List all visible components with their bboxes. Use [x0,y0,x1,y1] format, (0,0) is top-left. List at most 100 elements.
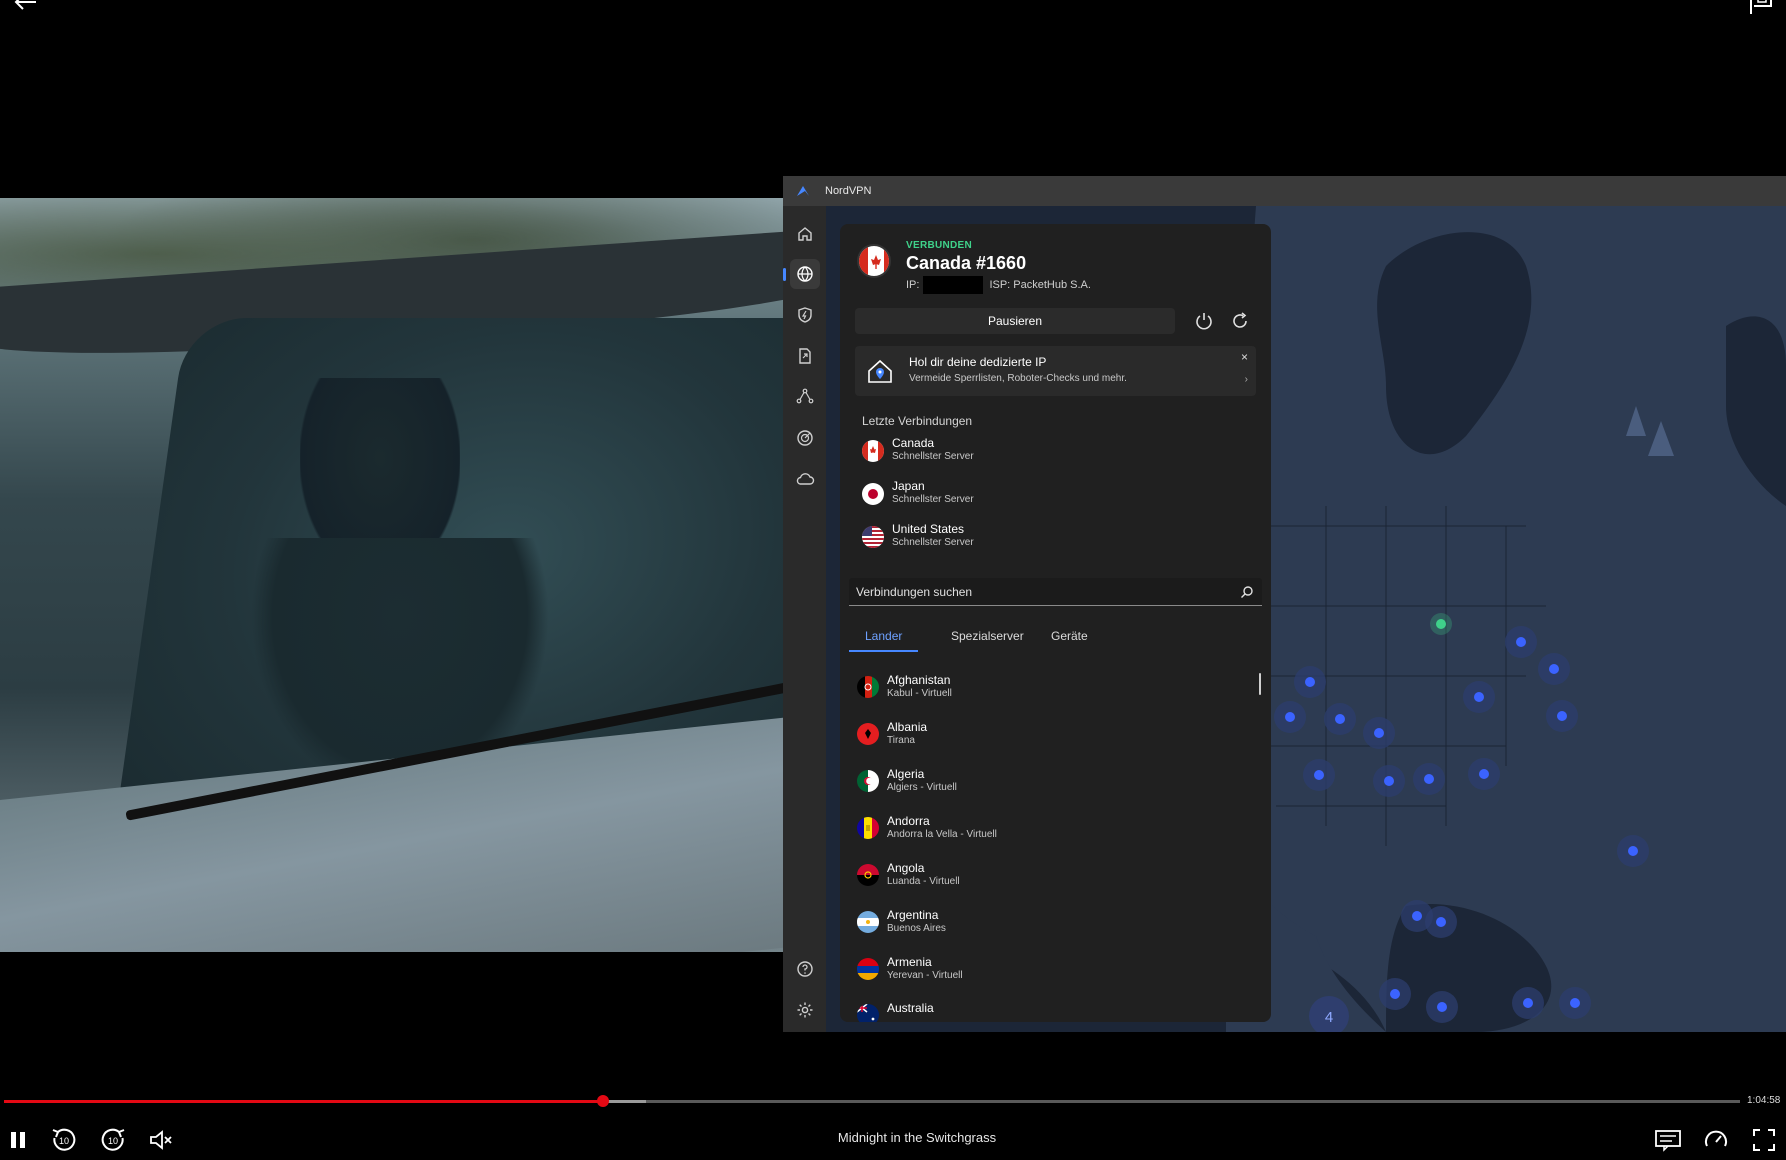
sidebar-item-dark-web-monitor[interactable] [790,423,820,453]
country-item-andorra[interactable]: Andorra Andorra la Vella - Virtuell [857,809,1237,849]
canada-flag-icon [857,244,891,278]
country-item-albania[interactable]: Albania Tirana [857,715,1237,755]
server-location-dot[interactable] [1424,774,1434,784]
server-location-dot[interactable] [1516,637,1526,647]
promo-title: Hol dir deine dedizierte IP [909,355,1047,369]
country-item-afghanistan[interactable]: Afghanistan Kabul - Virtuell [857,668,1237,708]
video-frame[interactable] [0,198,784,952]
sidebar-item-meshnet[interactable] [790,382,820,412]
seek-bar[interactable] [4,1095,1740,1107]
back-button[interactable] [10,0,40,22]
playback-speed-button[interactable] [1700,1124,1732,1156]
country-name: Albania [887,720,928,734]
server-location-dot[interactable] [1557,711,1567,721]
isp-label: ISP: PacketHub S.A. [989,279,1091,291]
recent-item-japan[interactable]: Japan Schnellster Server [862,477,1242,513]
server-location-dot[interactable] [1437,1002,1447,1012]
sidebar-item-help[interactable] [790,954,820,984]
server-location-dot[interactable] [1374,728,1384,738]
usa-flag-icon [862,526,884,548]
radar-icon [797,430,813,446]
server-location-dot[interactable] [1305,677,1315,687]
country-name: Argentina [887,908,939,922]
reconnect-button[interactable] [1229,310,1251,332]
promo-close-button[interactable]: × [1241,350,1248,364]
country-city: Kabul - Virtuell [887,688,952,699]
country-city: Buenos Aires [887,923,946,934]
sidebar-item-cloud[interactable] [790,464,820,494]
country-city: Tirana [887,735,915,746]
server-location-dot[interactable] [1479,769,1489,779]
albania-flag-icon [857,723,879,745]
country-city: Yerevan - Virtuell [887,970,963,981]
server-location-dot[interactable] [1523,998,1533,1008]
cloud-icon [796,473,815,485]
server-location-dot[interactable] [1335,714,1345,724]
server-location-dot[interactable] [1474,692,1484,702]
disconnect-button[interactable] [1193,310,1215,332]
dedicated-ip-promo[interactable]: Hol dir deine dedizierte IP Vermeide Spe… [855,346,1256,396]
country-item-argentina[interactable]: Argentina Buenos Aires [857,903,1237,943]
server-location-dot[interactable] [1390,989,1400,999]
dedicated-ip-house-icon [868,359,892,383]
tab-special-servers[interactable]: Spezialserver [935,624,1040,652]
search-box[interactable] [849,578,1262,606]
country-item-angola[interactable]: Angola Luanda - Virtuell [857,856,1237,896]
subtitles-button[interactable] [1652,1124,1684,1156]
sidebar-item-threat-protection[interactable] [790,300,820,330]
pause-vpn-button[interactable]: Pausieren [855,308,1175,334]
video-title: Midnight in the Switchgrass [837,1130,997,1145]
meshnet-icon [796,388,814,404]
server-location-dot[interactable] [1570,998,1580,1008]
server-location-dot[interactable] [1628,846,1638,856]
power-icon [1196,313,1212,330]
ip-label: IP: [906,279,920,291]
server-location-dot[interactable] [1314,770,1324,780]
sidebar-item-vpn-globe[interactable] [783,259,820,289]
gear-icon [797,1002,813,1018]
server-location-dot[interactable] [1285,712,1295,722]
sidebar-item-home[interactable] [790,219,820,249]
sidebar-item-file-share[interactable] [790,341,820,371]
fullscreen-button[interactable] [1748,1124,1780,1156]
angola-flag-icon [857,864,879,886]
country-item-australia[interactable]: Australia [857,996,1237,1022]
country-list-scrollbar[interactable] [1259,673,1261,695]
arrow-left-icon [14,0,36,10]
search-input[interactable] [849,578,1229,605]
home-icon [798,227,812,241]
country-item-algeria[interactable]: Algeria Algiers - Virtuell [857,762,1237,802]
report-flag-button[interactable] [1746,0,1776,22]
seek-handle[interactable] [596,1095,609,1107]
promo-subtitle: Vermeide Sperrlisten, Roboter-Checks und… [909,373,1127,384]
help-icon [797,961,813,977]
speedometer-icon [1705,1130,1727,1147]
recent-item-canada[interactable]: Canada Schnellster Server [862,434,1242,470]
country-city: Andorra la Vella - Virtuell [887,829,997,840]
recent-item-sub: Schnellster Server [892,451,974,462]
recent-connections-label: Letzte Verbindungen [862,414,973,428]
search-icon[interactable] [1240,585,1254,599]
promo-arrow-icon[interactable]: › [1245,374,1248,385]
ip-info: IP: ISP: PacketHub S.A. [906,276,1091,294]
recent-item-united-states[interactable]: United States Schnellster Server [862,520,1242,556]
connected-server-name: Canada #1660 [906,253,1027,273]
server-location-dot[interactable] [1412,911,1422,921]
recent-item-name: Canada [892,436,935,450]
connection-panel: VERBUNDEN Canada #1660 IP: ISP: PacketHu… [840,224,1271,1022]
algeria-flag-icon [857,770,879,792]
andorra-flag-icon [857,817,879,839]
tab-devices[interactable]: Geräte [1035,624,1104,652]
country-item-armenia[interactable]: Armenia Yerevan - Virtuell [857,950,1237,990]
server-location-dot[interactable] [1549,664,1559,674]
canada-flag-icon [862,440,884,462]
country-name: Australia [887,1001,934,1015]
map-cluster-count[interactable]: 4 [1325,1009,1333,1026]
tab-countries[interactable]: Lander [849,624,919,652]
recent-item-name: Japan [892,479,925,493]
window-title: NordVPN [825,185,872,197]
server-location-dot[interactable] [1436,917,1446,927]
sidebar-item-settings[interactable] [790,995,820,1025]
country-name: Algeria [887,767,925,781]
server-location-dot[interactable] [1384,776,1394,786]
